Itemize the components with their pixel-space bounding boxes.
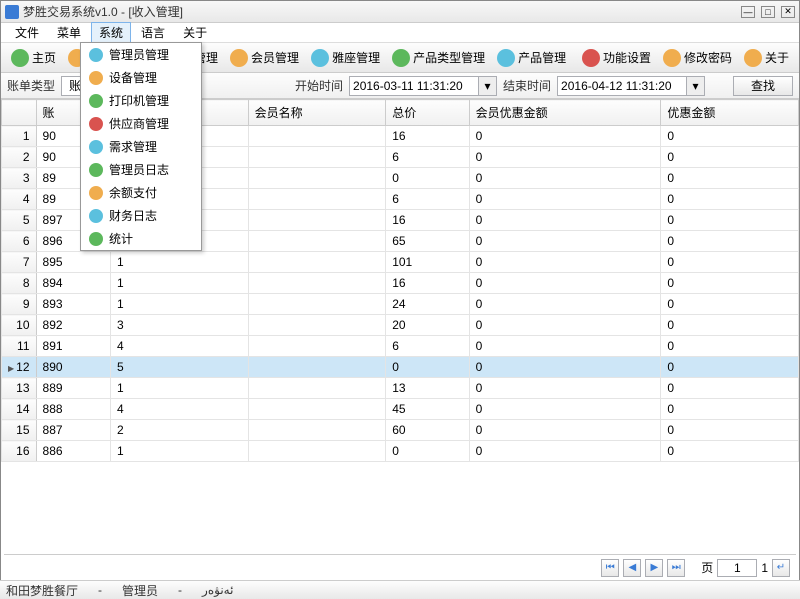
tool-主页[interactable]: 主页: [5, 46, 62, 70]
tool-icon: [582, 49, 600, 67]
tool-icon: [744, 49, 762, 67]
menu-item-icon: [89, 186, 103, 200]
start-time-picker-icon[interactable]: ▾: [479, 76, 497, 96]
label-bill-type: 账单类型: [7, 77, 55, 94]
end-time-input[interactable]: [557, 76, 687, 96]
tool-会员管理[interactable]: 会员管理: [224, 46, 305, 70]
close-button[interactable]: ✕: [781, 6, 795, 18]
sysmenu-item-6[interactable]: 余额支付: [81, 181, 201, 204]
tool-icon: [497, 49, 515, 67]
row-header[interactable]: 3: [2, 168, 37, 189]
menu-0[interactable]: 文件: [7, 22, 47, 43]
row-header[interactable]: 2: [2, 147, 37, 168]
row-header[interactable]: 10: [2, 315, 37, 336]
tool-icon: [663, 49, 681, 67]
row-header[interactable]: 13: [2, 378, 37, 399]
table-row[interactable]: 7895110100: [2, 252, 799, 273]
tool-icon: [311, 49, 329, 67]
table-row[interactable]: 1488844500: [2, 399, 799, 420]
sysmenu-item-8[interactable]: 统计: [81, 227, 201, 250]
menu-item-icon: [89, 48, 103, 62]
sysmenu-item-4[interactable]: 需求管理: [81, 135, 201, 158]
app-icon: [5, 5, 19, 19]
row-header[interactable]: 16: [2, 441, 37, 462]
row-header[interactable]: 11: [2, 336, 37, 357]
menu-item-icon: [89, 71, 103, 85]
tool-icon: [230, 49, 248, 67]
window-title: 梦胜交易系统v1.0 - [收入管理]: [23, 3, 741, 20]
pager-page-input[interactable]: [717, 559, 757, 577]
tool-关于[interactable]: 关于: [738, 46, 795, 70]
table-row[interactable]: 168861000: [2, 441, 799, 462]
menubar: 文件菜单系统语言关于: [1, 23, 799, 43]
col-2[interactable]: 会员名称: [248, 100, 386, 126]
table-row[interactable]: 118914600: [2, 336, 799, 357]
table-row[interactable]: 989312400: [2, 294, 799, 315]
pager-prev-icon[interactable]: ◀: [623, 559, 641, 577]
pager: ⏮ ◀ ▶ ⏭ 页 1 ↵: [4, 554, 796, 580]
sysmenu-item-1[interactable]: 设备管理: [81, 66, 201, 89]
table-row[interactable]: 1089232000: [2, 315, 799, 336]
table-row[interactable]: 889411600: [2, 273, 799, 294]
statusbar: 和田梦胜餐厅 - 管理员 - ئەنۋەر: [0, 580, 800, 599]
row-header[interactable]: 5: [2, 210, 37, 231]
col-5[interactable]: 优惠金额: [661, 100, 799, 126]
sysmenu-item-7[interactable]: 财务日志: [81, 204, 201, 227]
table-row[interactable]: 1588726000: [2, 420, 799, 441]
row-header[interactable]: 1: [2, 126, 37, 147]
titlebar: 梦胜交易系统v1.0 - [收入管理] — □ ✕: [1, 1, 799, 23]
pager-next-icon[interactable]: ▶: [645, 559, 663, 577]
tool-功能设置[interactable]: 功能设置: [576, 46, 657, 70]
pager-page-label: 页: [701, 559, 713, 576]
window-buttons: — □ ✕: [741, 6, 795, 18]
table-row[interactable]: 128905000: [2, 357, 799, 378]
pager-first-icon[interactable]: ⏮: [601, 559, 619, 577]
system-menu-dropdown: 管理员管理设备管理打印机管理供应商管理需求管理管理员日志余额支付财务日志统计: [80, 42, 202, 251]
menu-4[interactable]: 关于: [175, 22, 215, 43]
menu-item-icon: [89, 140, 103, 154]
row-header[interactable]: 12: [2, 357, 37, 378]
label-end-time: 结束时间: [503, 77, 551, 94]
end-time-picker-icon[interactable]: ▾: [687, 76, 705, 96]
menu-item-icon: [89, 94, 103, 108]
menu-item-icon: [89, 209, 103, 223]
status-user-name: ئەنۋەر: [202, 583, 233, 597]
sysmenu-item-2[interactable]: 打印机管理: [81, 89, 201, 112]
row-header[interactable]: 9: [2, 294, 37, 315]
row-header[interactable]: 14: [2, 399, 37, 420]
menu-2[interactable]: 系统: [91, 22, 131, 43]
menu-item-icon: [89, 163, 103, 177]
menu-3[interactable]: 语言: [133, 22, 173, 43]
pager-last-icon[interactable]: ⏭: [667, 559, 685, 577]
menu-item-icon: [89, 232, 103, 246]
label-start-time: 开始时间: [295, 77, 343, 94]
start-time-input[interactable]: [349, 76, 479, 96]
row-header[interactable]: 7: [2, 252, 37, 273]
tool-icon: [11, 49, 29, 67]
menu-1[interactable]: 菜单: [49, 22, 89, 43]
tool-产品管理[interactable]: 产品管理: [491, 46, 572, 70]
pager-total: 1: [761, 561, 768, 575]
menu-item-icon: [89, 117, 103, 131]
row-header[interactable]: 6: [2, 231, 37, 252]
tool-修改密码[interactable]: 修改密码: [657, 46, 738, 70]
col-3[interactable]: 总价: [386, 100, 469, 126]
tool-雅座管理[interactable]: 雅座管理: [305, 46, 386, 70]
status-store: 和田梦胜餐厅: [6, 582, 78, 599]
row-header[interactable]: 15: [2, 420, 37, 441]
maximize-button[interactable]: □: [761, 6, 775, 18]
status-user-role: 管理员: [122, 582, 158, 599]
sysmenu-item-3[interactable]: 供应商管理: [81, 112, 201, 135]
minimize-button[interactable]: —: [741, 6, 755, 18]
table-row[interactable]: 1388911300: [2, 378, 799, 399]
col-4[interactable]: 会员优惠金额: [469, 100, 661, 126]
pager-go-icon[interactable]: ↵: [772, 559, 790, 577]
tool-产品类型管理[interactable]: 产品类型管理: [386, 46, 491, 70]
search-button[interactable]: 查找: [733, 76, 793, 96]
sysmenu-item-5[interactable]: 管理员日志: [81, 158, 201, 181]
sysmenu-item-0[interactable]: 管理员管理: [81, 43, 201, 66]
row-header[interactable]: 8: [2, 273, 37, 294]
row-header[interactable]: 4: [2, 189, 37, 210]
tool-icon: [392, 49, 410, 67]
